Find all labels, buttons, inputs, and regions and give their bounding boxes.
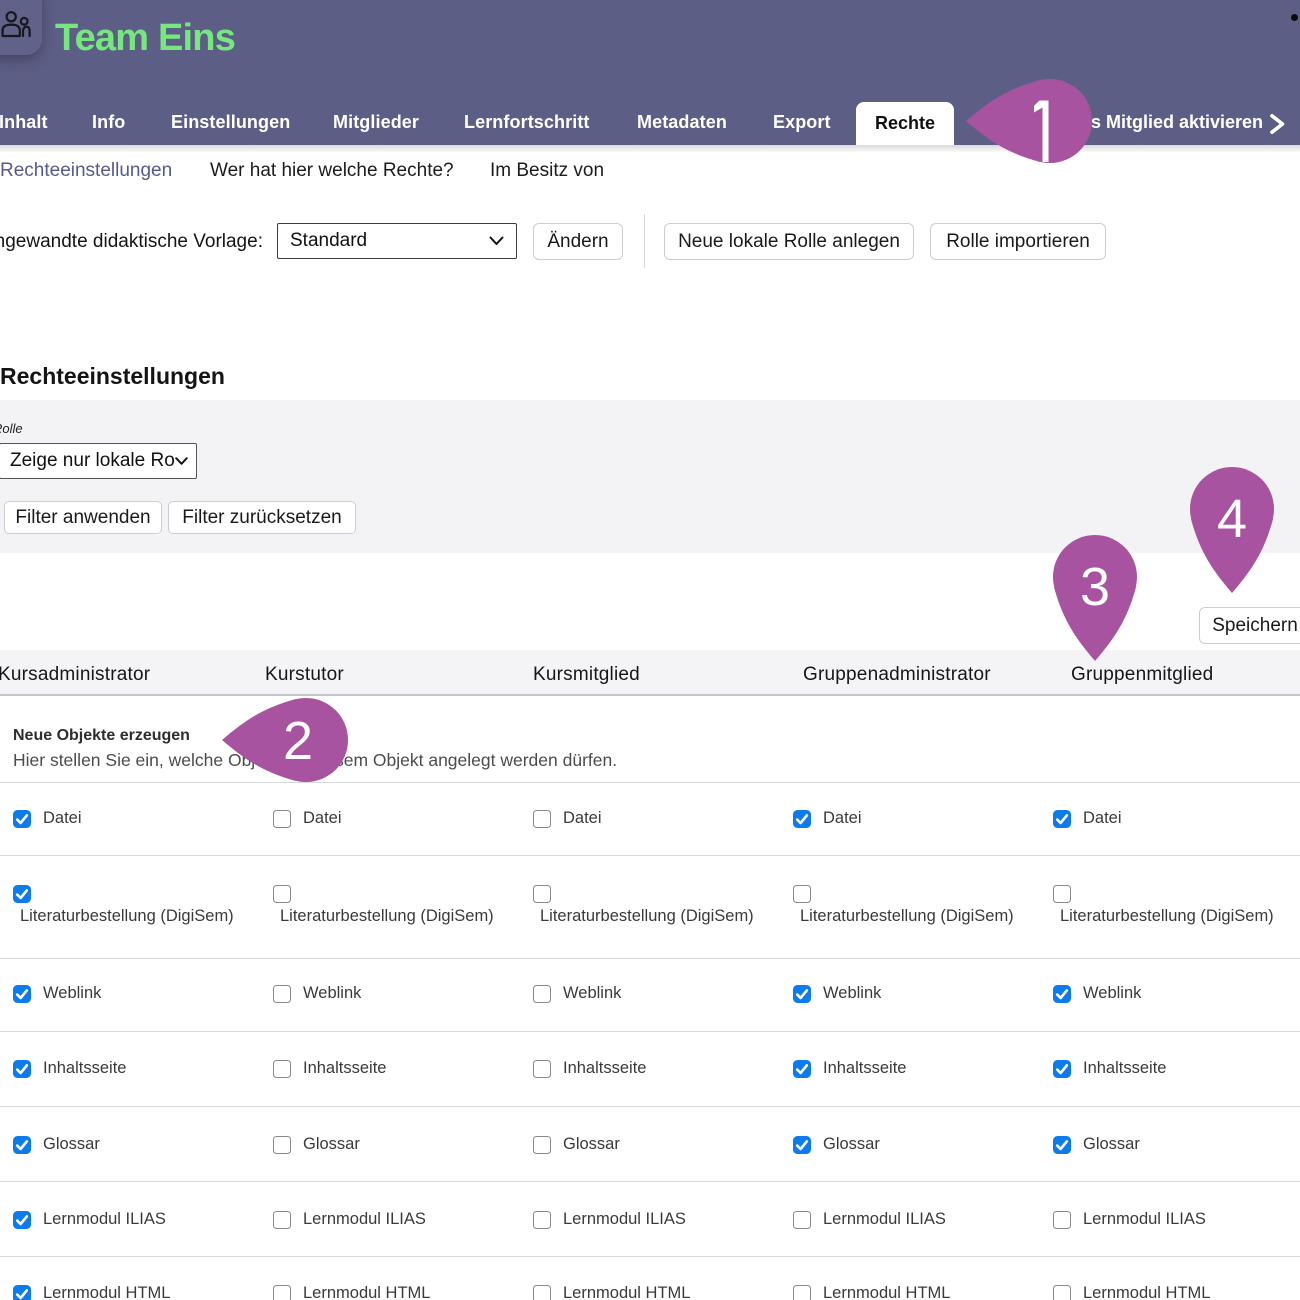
svg-text:4: 4 xyxy=(1217,489,1247,549)
svg-text:2: 2 xyxy=(283,711,313,771)
svg-text:3: 3 xyxy=(1080,557,1110,617)
